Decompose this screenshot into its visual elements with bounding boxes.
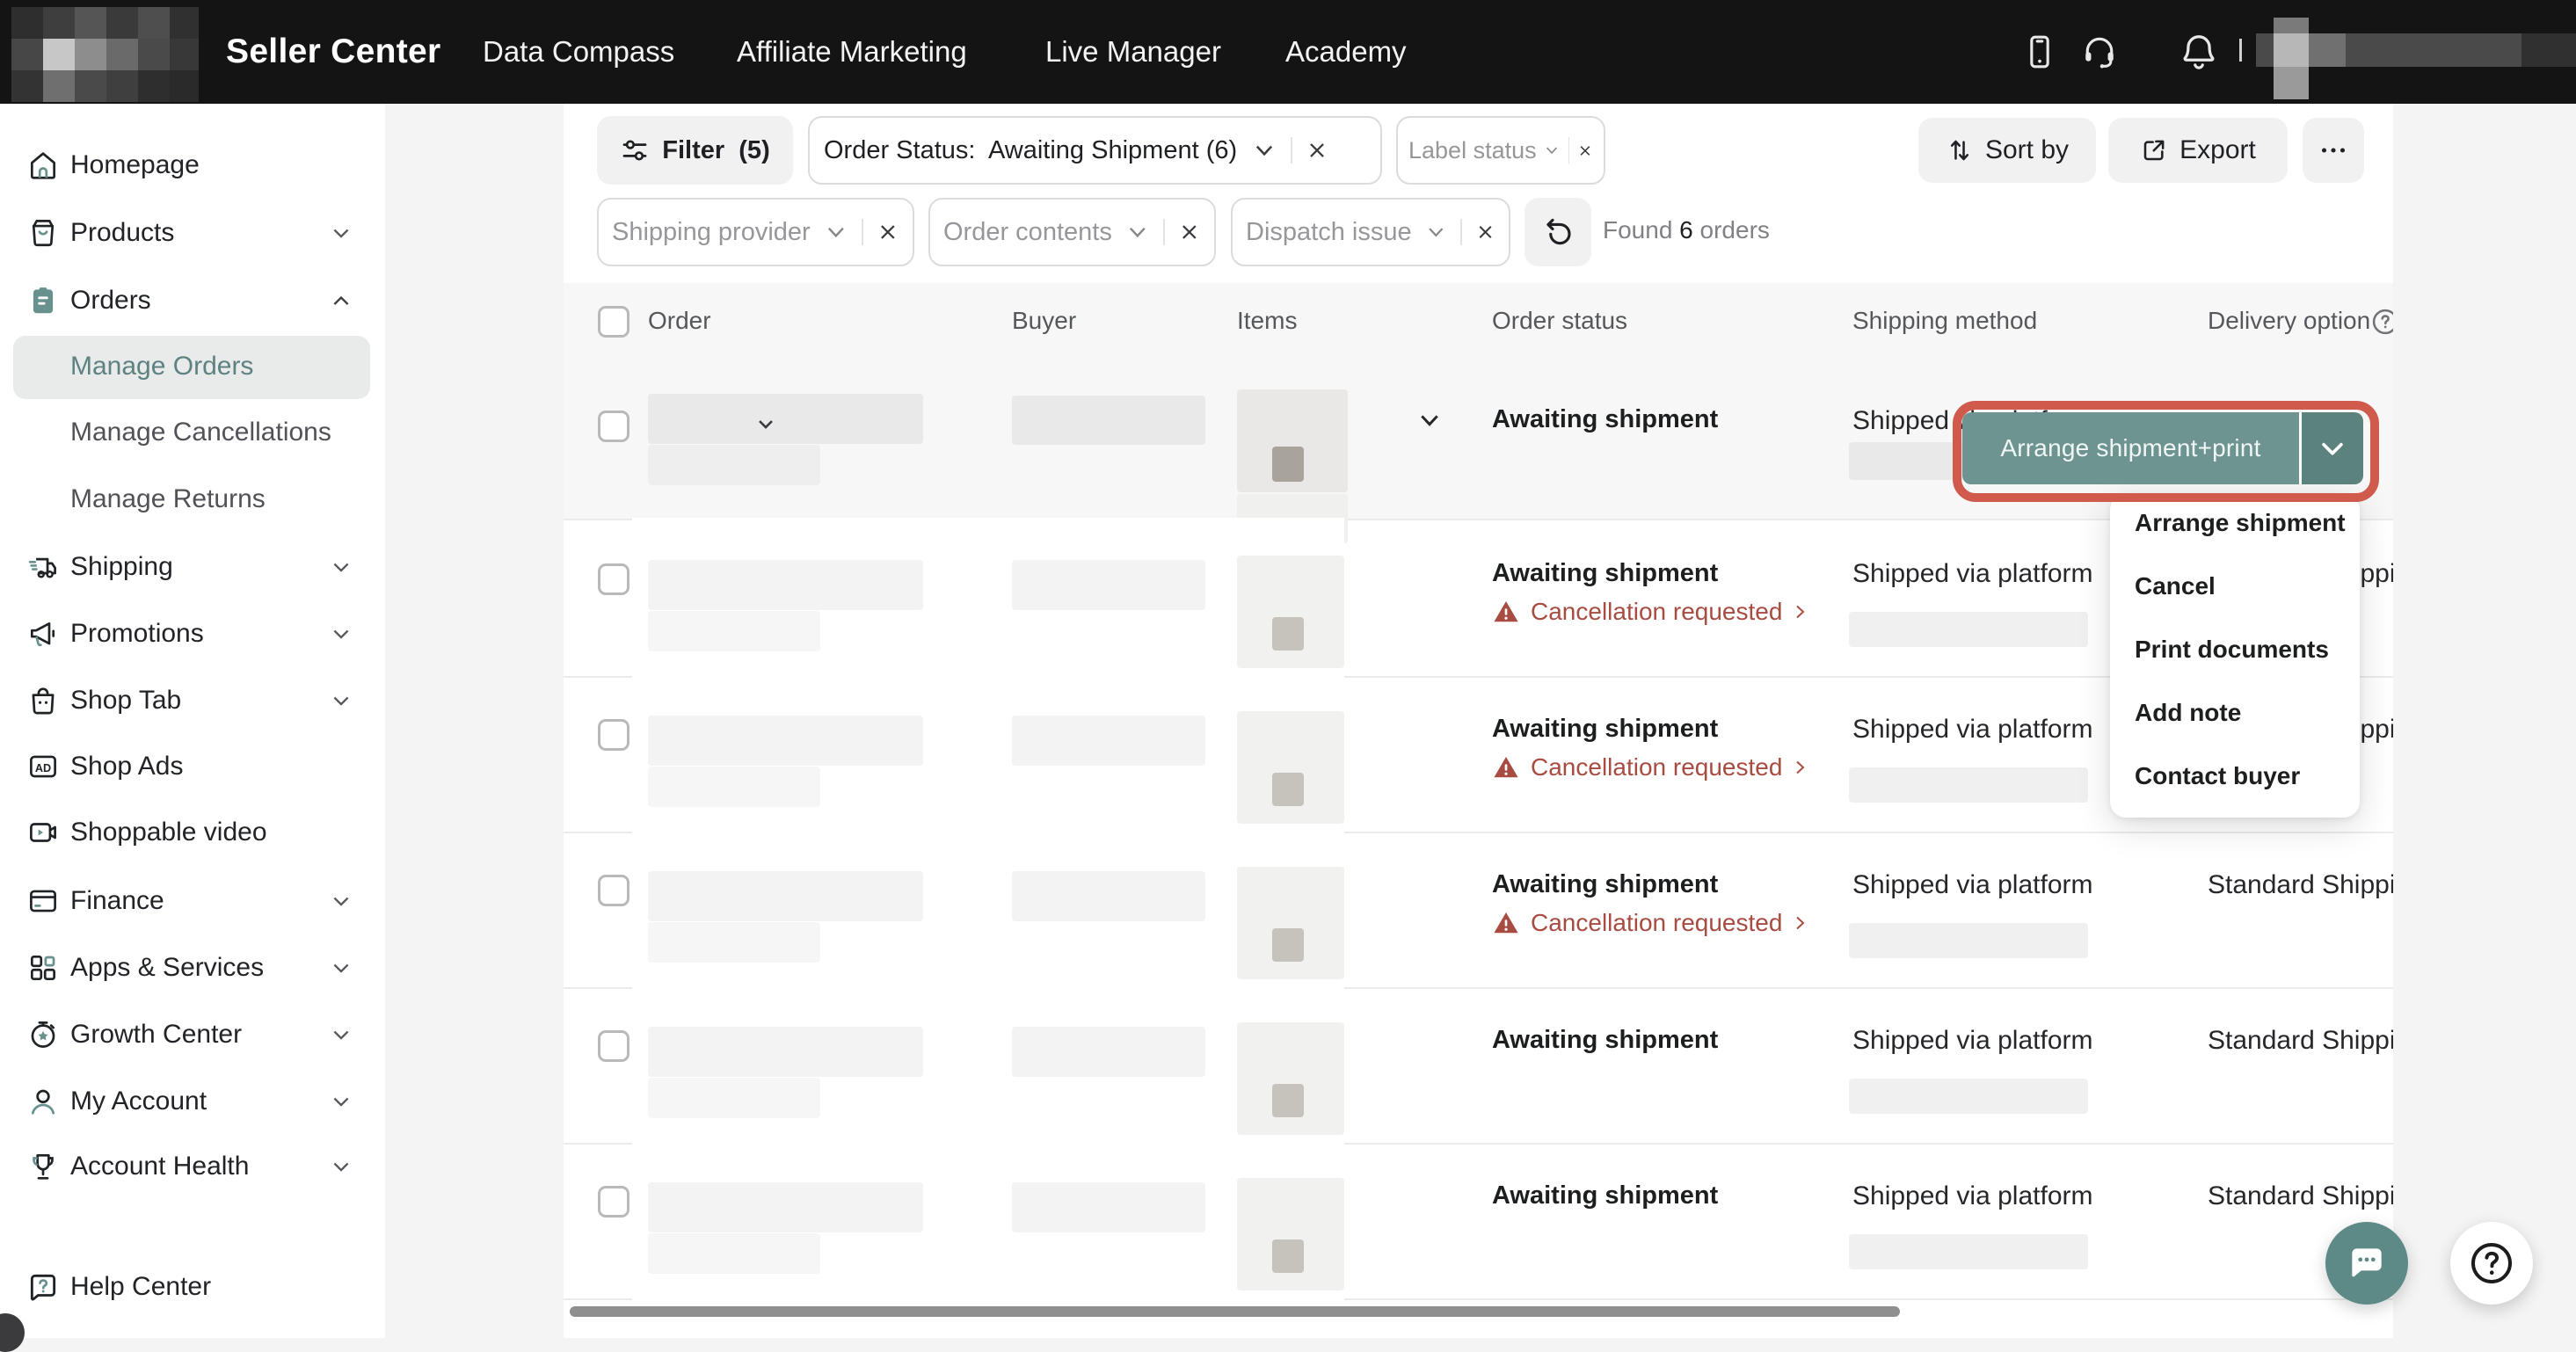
svg-text:AD: AD: [35, 762, 51, 774]
